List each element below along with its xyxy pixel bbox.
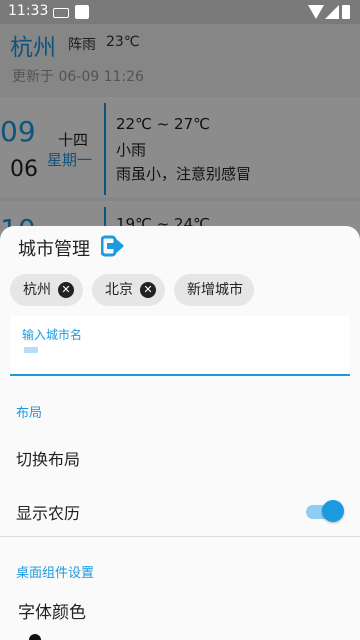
show-lunar-toggle[interactable] (306, 500, 344, 522)
chip-label: 北京 (105, 282, 133, 298)
add-city-chip[interactable]: 新增城市 (174, 274, 254, 306)
city-chip[interactable]: 杭州 ✕ (10, 274, 83, 306)
battery-icon (342, 5, 350, 19)
text-cursor (24, 347, 38, 353)
input-underline (10, 374, 350, 376)
remove-city-icon[interactable]: ✕ (140, 282, 156, 298)
chip-label: 新增城市 (187, 282, 243, 298)
toggle-thumb (322, 500, 344, 522)
keyboard-icon (53, 8, 69, 18)
wifi-icon (308, 5, 324, 19)
font-color-item[interactable]: 字体颜色 (18, 598, 86, 623)
exit-icon[interactable] (101, 235, 125, 257)
city-name-label: 输入城市名 (22, 328, 83, 342)
remove-city-icon[interactable]: ✕ (58, 282, 74, 298)
city-name-input[interactable] (22, 344, 326, 366)
chip-label: 杭州 (23, 282, 51, 298)
notification-icon (75, 5, 89, 19)
color-swatch[interactable] (29, 634, 41, 640)
sheet-title: 城市管理 (18, 239, 90, 260)
city-chip[interactable]: 北京 ✕ (92, 274, 165, 306)
city-name-field[interactable]: 输入城市名 (10, 316, 350, 376)
status-time: 11:33 (8, 3, 49, 19)
widget-section-header: 桌面组件设置 (16, 566, 95, 581)
city-management-sheet: 城市管理 杭州 ✕ 北京 ✕ 新增城市 输入城市名 布局 切换布局 显示农历 桌… (0, 226, 360, 640)
status-bar: 11:33 (0, 0, 360, 24)
section-divider (0, 536, 360, 537)
layout-section-header: 布局 (16, 406, 43, 421)
switch-layout-item[interactable]: 切换布局 (16, 446, 80, 470)
signal-icon (325, 5, 339, 19)
show-lunar-label: 显示农历 (16, 504, 81, 523)
